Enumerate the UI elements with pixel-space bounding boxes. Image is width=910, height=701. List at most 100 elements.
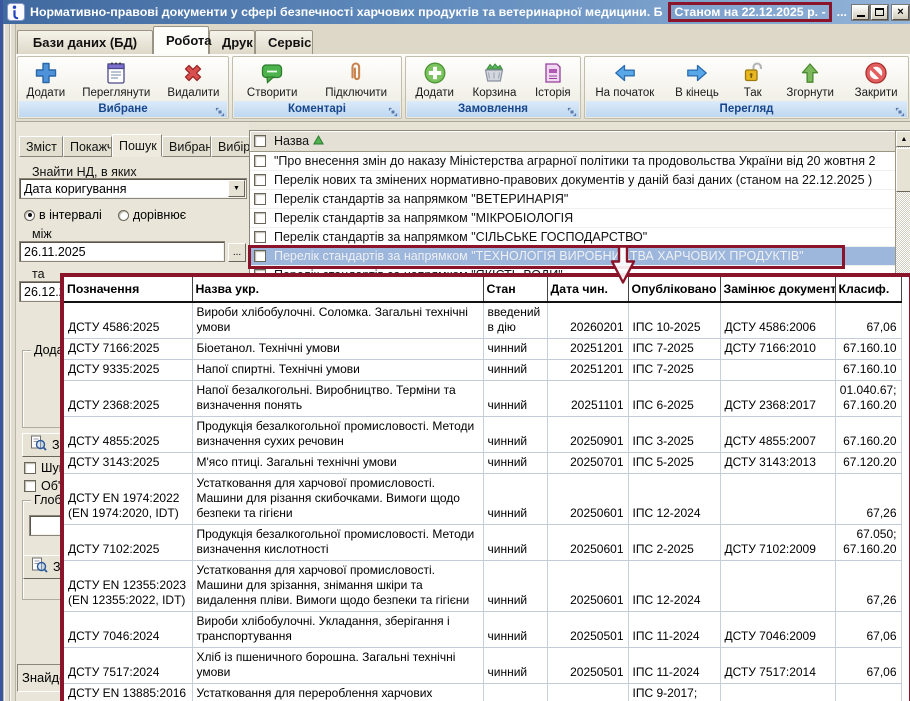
table-row[interactable]: ДСТУ 2368:2025Напої безалкогольні. Вироб… bbox=[64, 381, 901, 417]
radio-interval[interactable]: в інтервалі bbox=[24, 208, 102, 222]
comment-bubble-button[interactable]: Створити bbox=[242, 57, 302, 99]
list-header[interactable]: Назва bbox=[250, 131, 895, 152]
padlock-open-button[interactable]: Так bbox=[735, 57, 771, 99]
sidebar-tab-2[interactable]: Пошук bbox=[112, 134, 162, 157]
close-button[interactable]: × bbox=[892, 5, 909, 20]
add-plus-button[interactable]: Додати bbox=[22, 57, 71, 99]
close-circle-icon bbox=[863, 60, 889, 86]
sort-asc-icon[interactable] bbox=[313, 134, 324, 148]
cell-designation: ДСТУ EN 13885:2016 (EN 13885:2005 + bbox=[64, 684, 192, 701]
field-dropdown[interactable]: Дата коригування ▼ bbox=[19, 178, 247, 199]
cell-state: чинний bbox=[483, 381, 547, 417]
arrow-left-button[interactable]: На початок bbox=[590, 57, 659, 99]
list-item-label: Перелік стандартів за напрямком "СІЛЬСЬК… bbox=[274, 230, 647, 244]
table-row[interactable]: ДСТУ 7166:2025Біоетанол. Технічні умович… bbox=[64, 339, 901, 360]
list-item[interactable]: "Про внесення змін до наказу Міністерств… bbox=[250, 152, 895, 171]
ribbon-tab-1[interactable]: Робота bbox=[153, 26, 209, 54]
radio-equals[interactable]: дорівнює bbox=[118, 208, 186, 222]
cell-state: чинний bbox=[483, 525, 547, 561]
arrow-up-button[interactable]: Згорнути bbox=[781, 57, 838, 99]
column-header-name-ukr[interactable]: Назва укр. bbox=[192, 277, 483, 302]
table-row[interactable]: ДСТУ 9335:2025Напої спиртні. Технічні ум… bbox=[64, 360, 901, 381]
table-row[interactable]: ДСТУ EN 12355:2023 (EN 12355:2022, IDT)У… bbox=[64, 561, 901, 612]
maximize-button[interactable] bbox=[871, 5, 888, 20]
table-row[interactable]: ДСТУ 7046:2024Вироби хлібобулочні. Уклад… bbox=[64, 612, 901, 648]
column-header-replaces[interactable]: Замінює документи bbox=[720, 277, 835, 302]
cell-name-ukr: Устатковання для перероблення харчових п… bbox=[192, 684, 483, 701]
row-checkbox[interactable] bbox=[254, 231, 266, 243]
left-resize-strip[interactable] bbox=[3, 24, 16, 701]
cell-replaces bbox=[720, 474, 835, 525]
cell-designation: ДСТУ EN 1974:2022 (EN 1974:2020, IDT) bbox=[64, 474, 192, 525]
cell-classification: 67,06 bbox=[835, 302, 901, 339]
browse-dates-button[interactable]: ... bbox=[228, 243, 246, 262]
list-item[interactable]: Перелік стандартів за напрямком "ВЕТЕРИН… bbox=[250, 190, 895, 209]
basket-icon bbox=[481, 60, 507, 86]
row-checkbox[interactable] bbox=[254, 193, 266, 205]
list-scrollbar[interactable]: ▲ bbox=[895, 131, 910, 280]
cell-designation: ДСТУ EN 12355:2023 (EN 12355:2022, IDT) bbox=[64, 561, 192, 612]
table-row[interactable]: ДСТУ 7102:2025Продукція безалкогольної п… bbox=[64, 525, 901, 561]
list-item[interactable]: Перелік стандартів за напрямком "МІКРОБІ… bbox=[250, 209, 895, 228]
cell-replaces bbox=[720, 360, 835, 381]
field-dropdown-value: Дата коригування bbox=[20, 180, 227, 198]
cell-name-ukr: Біоетанол. Технічні умови bbox=[192, 339, 483, 360]
date-from-input[interactable] bbox=[19, 241, 225, 262]
header-checkbox[interactable] bbox=[254, 135, 266, 147]
table-row[interactable]: ДСТУ 4855:2025Продукція безалкогольної п… bbox=[64, 417, 901, 453]
scrollbar-thumb[interactable] bbox=[896, 148, 910, 192]
scroll-up-button[interactable]: ▲ bbox=[896, 131, 910, 147]
cell-replaces: ДСТУ 4855:2007 bbox=[720, 417, 835, 453]
column-header-designation[interactable]: Позначення bbox=[64, 277, 192, 302]
close-circle-button[interactable]: Закрити bbox=[850, 57, 903, 99]
add-plus-icon bbox=[33, 60, 59, 86]
ribbon-button-label: Додати bbox=[415, 87, 454, 99]
minimize-button[interactable] bbox=[852, 5, 869, 20]
selected-row-annotation-box bbox=[248, 245, 845, 269]
sidebar-tab-0[interactable]: Зміст bbox=[19, 136, 63, 157]
dialog-launcher-icon[interactable] bbox=[388, 104, 398, 114]
add-circle-button[interactable]: Додати bbox=[410, 57, 459, 99]
row-checkbox[interactable] bbox=[254, 212, 266, 224]
cell-classification: 67.120.20 bbox=[835, 453, 901, 474]
title-ellipsis: ... bbox=[837, 5, 847, 19]
basket-button[interactable]: Корзина bbox=[468, 57, 522, 99]
table-row[interactable]: ДСТУ 7517:2024Хліб із пшеничного борошна… bbox=[64, 648, 901, 684]
arrow-right-button[interactable]: В кінець bbox=[670, 57, 724, 99]
cell-name-ukr: Напої спиртні. Технічні умови bbox=[192, 360, 483, 381]
column-header-state[interactable]: Стан bbox=[483, 277, 547, 302]
row-checkbox[interactable] bbox=[254, 174, 266, 186]
table-row[interactable]: ДСТУ 3143:2025М'ясо птиці. Загальні техн… bbox=[64, 453, 901, 474]
table-row[interactable]: ДСТУ EN 13885:2016 (EN 13885:2005 +Устат… bbox=[64, 684, 901, 701]
sidebar-tab-3[interactable]: Вибрані bbox=[162, 136, 211, 157]
ribbon-tab-2[interactable]: Друк bbox=[209, 30, 255, 54]
cell-published-in: ІПС 7-2025 bbox=[628, 360, 720, 381]
cell-published-in: ІПС 12-2024 bbox=[628, 474, 720, 525]
dialog-launcher-icon[interactable] bbox=[895, 104, 905, 114]
sidebar-tab-4[interactable]: Вибірка bbox=[211, 136, 251, 157]
chevron-down-icon[interactable]: ▼ bbox=[228, 180, 245, 197]
column-header-classification[interactable]: Класиф. bbox=[835, 277, 901, 302]
cell-name-ukr: Устатковання для харчової промисловості.… bbox=[192, 561, 483, 612]
app-icon bbox=[7, 3, 25, 21]
cell-classification: 67.050; 67.160.20 bbox=[835, 525, 901, 561]
search-checkbox[interactable]: Шук bbox=[24, 461, 64, 475]
list-item[interactable]: Перелік нових та змінених нормативно-пра… bbox=[250, 171, 895, 190]
ribbon-tab-0[interactable]: Бази даних (БД) bbox=[17, 30, 153, 54]
title-bar: Нормативно-правові документи у сфері без… bbox=[3, 0, 910, 24]
table-row[interactable]: ДСТУ 4586:2025Вироби хлібобулочні. Солом… bbox=[64, 302, 901, 339]
dialog-launcher-icon[interactable] bbox=[215, 104, 225, 114]
column-header-published-in[interactable]: Опубліковано в bbox=[628, 277, 720, 302]
table-row[interactable]: ДСТУ EN 1974:2022 (EN 1974:2020, IDT)Уст… bbox=[64, 474, 901, 525]
delete-x-button[interactable]: Видалити bbox=[162, 57, 224, 99]
row-checkbox[interactable] bbox=[254, 155, 266, 167]
sidebar-tab-1[interactable]: Покажч bbox=[63, 136, 112, 157]
history-doc-button[interactable]: Історія bbox=[530, 57, 576, 99]
attach-paperclip-button[interactable]: Підключити bbox=[320, 57, 392, 99]
view-notepad-button[interactable]: Переглянути bbox=[77, 57, 155, 99]
ribbon-tab-3[interactable]: Сервіс bbox=[255, 30, 313, 54]
table-header-row[interactable]: ПозначенняНазва укр.СтанДата чин.Опублік… bbox=[64, 277, 901, 302]
cell-replaces: ДСТУ 4586:2006 bbox=[720, 302, 835, 339]
dialog-launcher-icon[interactable] bbox=[567, 104, 577, 114]
results-table[interactable]: ПозначенняНазва укр.СтанДата чин.Опублік… bbox=[64, 277, 902, 701]
